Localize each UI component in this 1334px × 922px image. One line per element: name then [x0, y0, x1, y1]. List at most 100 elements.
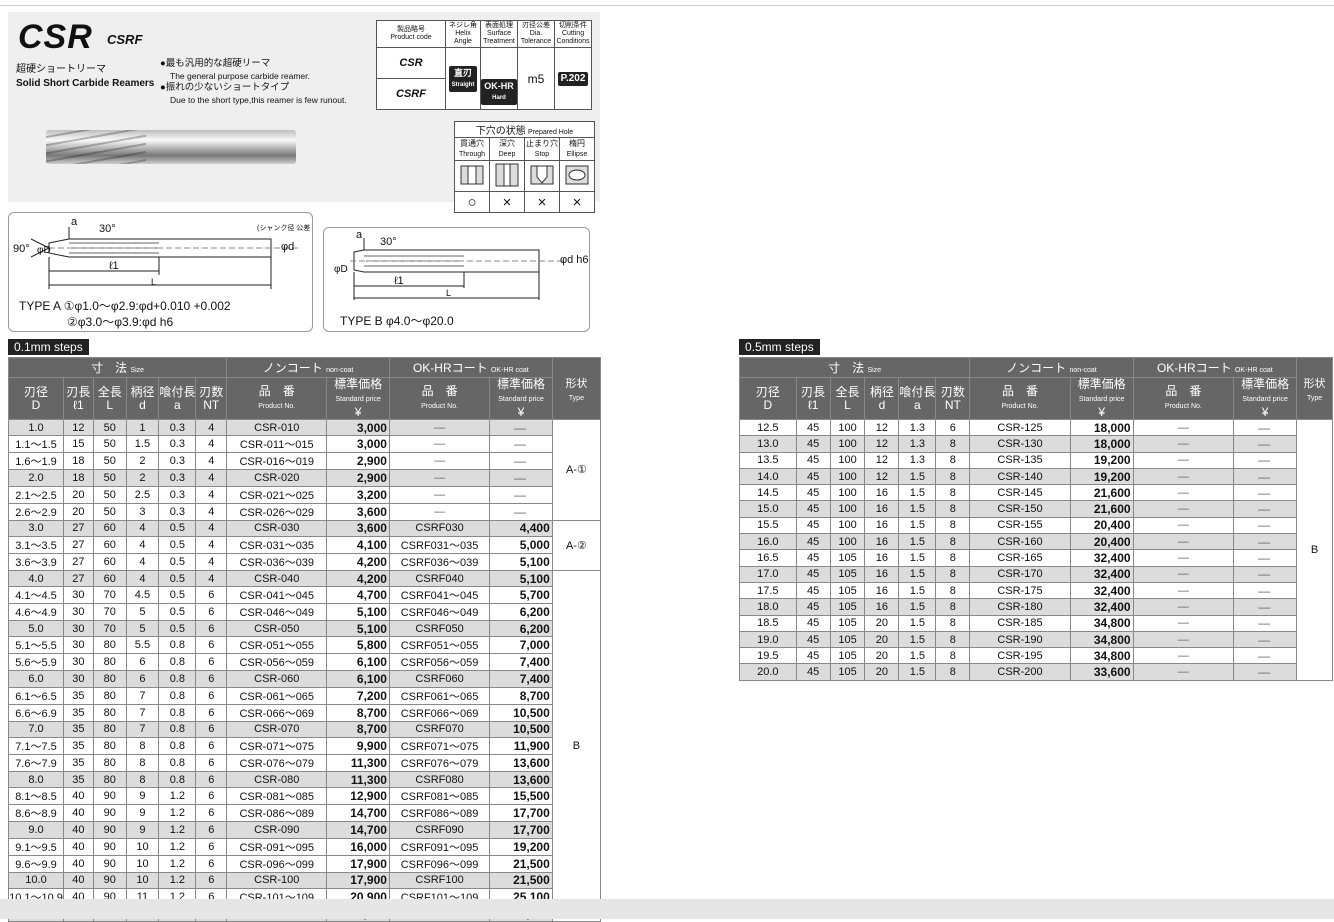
- col-a: 喰付長 a: [158, 377, 197, 420]
- table-row: 9.1～9.5 40 90 10 1.2 6 CSR-091～095 16,000 CSRF09…: [8, 837, 601, 856]
- cell-pn: CSR-130: [969, 435, 1071, 453]
- cell-hr-price: 7,400: [489, 653, 553, 672]
- cell-l1: 45: [795, 581, 831, 600]
- cell-price: 4,100: [326, 535, 390, 554]
- cell-hr-price: 5,000: [489, 535, 553, 554]
- cell-l1: 18: [62, 452, 94, 471]
- mark-stop: ×: [524, 191, 560, 213]
- cell-D: 2.0: [8, 469, 64, 487]
- cell-price: 21,600: [1069, 484, 1134, 502]
- cell-price: 32,400: [1069, 598, 1134, 616]
- cell-d: 2: [125, 452, 160, 471]
- dim-b-angle-label: 30°: [380, 236, 397, 248]
- cell-hr-price: 8,700: [489, 686, 553, 705]
- okhr-header: OK-HRコート OK-HR coat: [388, 357, 553, 378]
- cell-d: 7: [125, 686, 160, 705]
- cell-hr-price: —: [1233, 435, 1298, 453]
- cell-a: 0.5: [158, 519, 197, 537]
- cell-d: 8: [125, 737, 160, 756]
- cell-L: 60: [92, 569, 127, 588]
- col-d: 柄径 d: [864, 377, 900, 420]
- cell-L: 80: [92, 636, 127, 655]
- cell-D: 16.0: [739, 533, 797, 551]
- cell-a: 0.8: [158, 703, 197, 722]
- cell-hr-price: 5,100: [489, 552, 553, 571]
- cell-D: 18.0: [739, 598, 797, 616]
- cell-nt: 6: [195, 737, 228, 756]
- cell-a: 0.8: [158, 636, 197, 655]
- cell-a: 0.3: [158, 502, 197, 521]
- cell-nt: 6: [195, 804, 228, 823]
- cell-price: 19,200: [1069, 467, 1134, 486]
- bottom-bar: [0, 899, 1334, 919]
- cell-nt: 6: [195, 686, 228, 705]
- cell-d: 4: [125, 552, 160, 571]
- cell-L: 100: [829, 451, 866, 469]
- cell-price: 11,300: [326, 771, 390, 789]
- cell-hr-pn: —: [1132, 549, 1235, 567]
- cell-L: 105: [829, 663, 866, 681]
- cell-hr-pn: CSRF060: [388, 670, 491, 688]
- cell-L: 105: [829, 598, 866, 616]
- cell-l1: 27: [62, 552, 94, 571]
- cell-L: 80: [92, 754, 127, 773]
- cell-price: 17,900: [326, 854, 390, 873]
- cell-hr-pn: —: [1132, 565, 1235, 583]
- cell-price: 16,000: [326, 837, 390, 856]
- cell-pn: CSR-195: [969, 647, 1071, 665]
- cell-hr-pn: —: [388, 452, 491, 471]
- hole-through: 貫通穴 Through: [454, 137, 490, 161]
- cell-nt: 8: [935, 598, 971, 616]
- cell-L: 105: [829, 565, 866, 583]
- cell-D: 1.6～1.9: [8, 452, 64, 471]
- cell-hr-price: —: [1233, 484, 1298, 502]
- cell-L: 100: [829, 500, 866, 518]
- cell-nt: 6: [195, 854, 228, 873]
- cell-hr-pn: CSRF086～089: [388, 804, 491, 823]
- cell-d: 3: [125, 502, 160, 521]
- cell-nt: 8: [935, 467, 971, 486]
- cell-a: 0.8: [158, 720, 197, 739]
- cell-hr-price: 17,700: [489, 804, 553, 823]
- cell-l1: 45: [795, 630, 831, 649]
- feature-2-jp: ●振れの少ないショートタイプ: [160, 82, 290, 93]
- cell-D: 9.6～9.9: [8, 854, 64, 873]
- cell-nt: 4: [195, 435, 228, 454]
- cell-price: 3,600: [326, 519, 390, 537]
- cell-a: 1.2: [158, 837, 197, 856]
- dim-L-label: L: [151, 277, 157, 287]
- cell-a: 0.3: [158, 435, 197, 454]
- cell-hr-price: —: [1233, 647, 1298, 665]
- cell-a: 1.2: [158, 804, 197, 823]
- cell-nt: 6: [195, 603, 228, 622]
- cell-D: 1.1～1.5: [8, 435, 64, 454]
- cell-hr-pn: —: [1132, 500, 1235, 518]
- cell-hr-price: —: [1233, 516, 1298, 535]
- cell-pn: CSR-096～099: [226, 854, 328, 873]
- cell-D: 8.1～8.5: [8, 787, 64, 806]
- spec-table: 製品略号 Product code ネジレ角 Helix Angle 表面処理 Sur…: [376, 20, 592, 110]
- cell-price: 18,000: [1069, 435, 1134, 453]
- cell-d: 4.5: [125, 586, 160, 605]
- cell-l1: 40: [62, 821, 94, 839]
- type-cell: A-①: [551, 419, 602, 521]
- cell-d: 10: [125, 854, 160, 873]
- cell-D: 5.0: [8, 620, 64, 638]
- cell-hr-pn: —: [388, 435, 491, 454]
- table-row: 6.6～6.9 35 80 7 0.8 6 CSR-066～069 8,700 CSRF066～…: [8, 703, 601, 722]
- cell-price: 11,300: [326, 754, 390, 773]
- cell-L: 105: [829, 614, 866, 632]
- reamer-flutes: [46, 130, 146, 164]
- cell-a: 0.3: [158, 469, 197, 487]
- cell-hr-pn: —: [1132, 598, 1235, 616]
- dim-angle-label: 30°: [99, 223, 116, 235]
- cell-price: 4,200: [326, 552, 390, 571]
- cell-a: 1.5: [898, 467, 937, 486]
- cell-l1: 45: [795, 484, 831, 502]
- cell-pn: CSR-086～089: [226, 804, 328, 823]
- deep-hole-icon: [489, 160, 525, 192]
- mark-deep: ×: [489, 191, 525, 213]
- cell-a: 0.3: [158, 418, 197, 437]
- cell-price: 34,800: [1069, 614, 1134, 632]
- cell-D: 3.1～3.5: [8, 535, 64, 554]
